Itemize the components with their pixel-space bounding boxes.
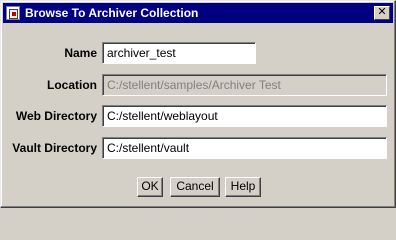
dialog-window: Browse To Archiver Collection ✕ Name arc… (0, 0, 396, 208)
help-button[interactable]: Help (225, 177, 261, 197)
window-title: Browse To Archiver Collection (25, 6, 199, 20)
close-button[interactable]: ✕ (374, 6, 390, 20)
vault-directory-input[interactable]: C:/stellent/vault (102, 137, 387, 159)
title-bar[interactable]: Browse To Archiver Collection ✕ (3, 3, 393, 23)
web-directory-input[interactable]: C:/stellent/weblayout (102, 105, 387, 127)
archive-icon (6, 6, 20, 20)
name-row: Name archiver_test (1, 42, 396, 64)
location-field: C:/stellent/samples/Archiver Test (102, 74, 387, 96)
name-label: Name (64, 46, 97, 60)
name-input[interactable]: archiver_test (102, 42, 256, 64)
vault-directory-label: Vault Directory (12, 141, 97, 155)
location-label: Location (47, 78, 97, 92)
cancel-button[interactable]: Cancel (170, 177, 220, 197)
location-row: Location C:/stellent/samples/Archiver Te… (1, 74, 396, 96)
close-icon: ✕ (377, 6, 387, 18)
ok-button[interactable]: OK (137, 177, 163, 197)
vault-directory-row: Vault Directory C:/stellent/vault (1, 137, 396, 159)
web-directory-label: Web Directory (15, 109, 97, 123)
web-directory-row: Web Directory C:/stellent/weblayout (1, 105, 396, 127)
